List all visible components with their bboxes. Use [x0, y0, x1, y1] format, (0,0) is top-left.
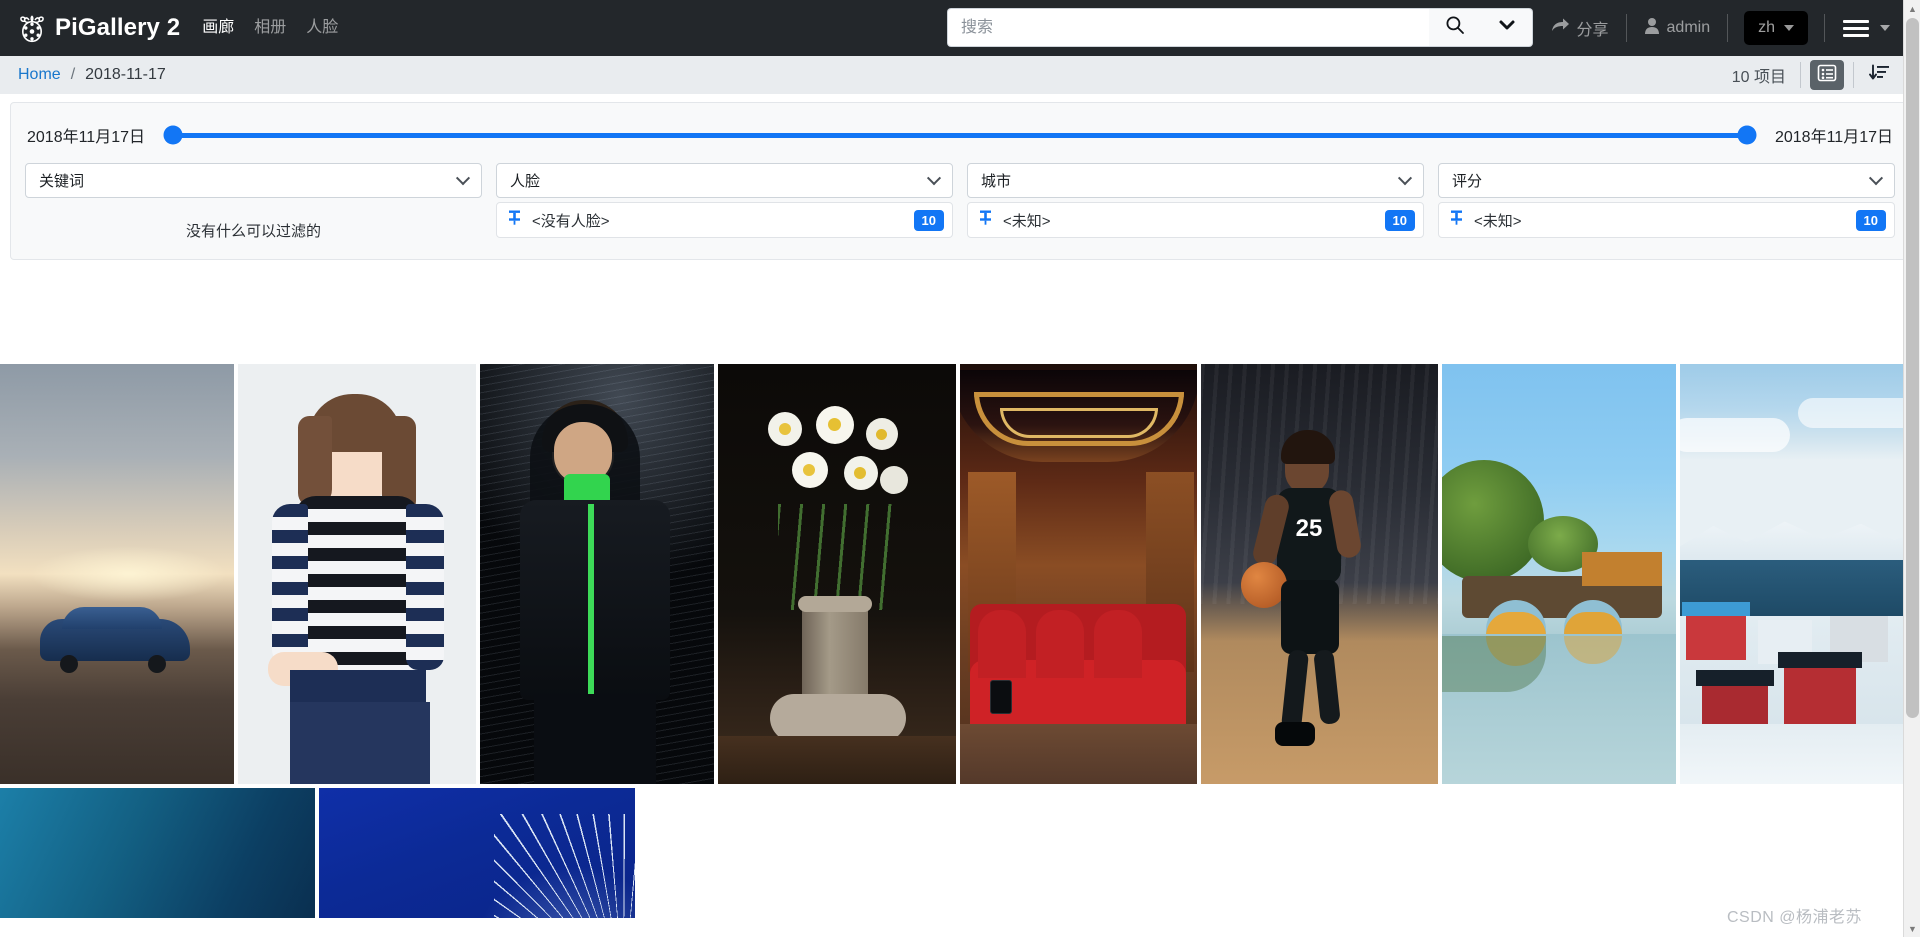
slider-start-label: 2018年11月17日: [27, 129, 146, 146]
navbar: PiGallery 2 画廊 相册 人脸 搜索 分享 admin zh: [0, 0, 1920, 56]
photo-row: 25: [0, 364, 1920, 784]
slider-handle-end[interactable]: [1737, 125, 1757, 145]
chevron-down-icon: [455, 170, 471, 185]
nav-link-faces[interactable]: 人脸: [306, 20, 338, 36]
slider-end-label: 2018年11月17日: [1774, 129, 1893, 146]
scrollbar-thumb[interactable]: [1906, 18, 1919, 718]
filter-item-label: <未知>: [1003, 212, 1051, 230]
filter-item-count: 10: [913, 209, 944, 231]
search-input[interactable]: [947, 8, 1429, 47]
page-scrollbar[interactable]: ▲ ▼: [1903, 0, 1920, 937]
filter-list-rating: <未知> 10: [1438, 202, 1895, 238]
filter-column-city: 城市 <未知> 10: [967, 163, 1424, 241]
chevron-down-icon: [926, 170, 942, 185]
filter-item-count: 10: [1855, 209, 1886, 231]
chevron-down-icon: [1868, 170, 1884, 185]
language-selector[interactable]: zh: [1744, 11, 1808, 45]
main-menu-button[interactable]: [1825, 19, 1896, 37]
user-label: admin: [1666, 19, 1711, 36]
photo-row: [0, 788, 1920, 918]
share-arrow-icon: [1550, 17, 1570, 40]
photo-gallery: 25: [0, 364, 1920, 918]
photo-basketball-player[interactable]: 25: [1201, 364, 1438, 784]
user-icon: [1644, 17, 1660, 40]
chevron-down-icon: [1397, 170, 1413, 185]
breadcrumb-separator: /: [70, 66, 76, 83]
language-label: zh: [1758, 19, 1775, 36]
filter-select-faces[interactable]: 人脸: [496, 163, 953, 198]
filter-item[interactable]: <没有人脸> 10: [497, 203, 952, 237]
breadcrumb-home-link[interactable]: Home: [18, 66, 61, 84]
photo-water-town-bridge[interactable]: [1442, 364, 1676, 784]
filter-select-keywords[interactable]: 关键词: [25, 163, 482, 198]
filter-item[interactable]: <未知> 10: [1439, 203, 1894, 237]
filter-column-rating: 评分 <未知> 10: [1438, 163, 1895, 241]
nav-link-gallery[interactable]: 画廊: [202, 20, 234, 36]
filter-select-city[interactable]: 城市: [967, 163, 1424, 198]
photo-fireworks[interactable]: [319, 788, 635, 918]
filter-list-city: <未知> 10: [967, 202, 1424, 238]
filter-columns: 关键词 没有什么可以过滤的 人脸 <没有人脸> 10 城市 <未知> 10 评分…: [21, 163, 1899, 241]
menu-caret-down-icon: [1880, 25, 1890, 31]
list-view-icon: [1817, 63, 1837, 88]
filter-item-count: 10: [1384, 209, 1415, 231]
sort-descending-icon: [1869, 63, 1891, 88]
filter-panel: 2018年11月17日 2018年11月17日 关键词 没有什么可以过滤的 人脸: [10, 102, 1910, 260]
photo-snow-village[interactable]: [1680, 364, 1918, 784]
filter-column-faces: 人脸 <没有人脸> 10: [496, 163, 953, 241]
search-button[interactable]: [1429, 8, 1481, 47]
caret-down-icon: [1784, 25, 1794, 31]
sort-button[interactable]: [1863, 60, 1897, 90]
filter-select-keywords-label: 关键词: [39, 173, 85, 190]
brand-name: PiGallery 2: [55, 14, 181, 41]
nav-link-albums[interactable]: 相册: [254, 20, 286, 36]
filter-select-rating-label: 评分: [1452, 173, 1483, 190]
photo-daffodil-vase[interactable]: [718, 364, 956, 784]
photo-cinema-seats[interactable]: [960, 364, 1197, 784]
slider-fill: [173, 132, 1747, 138]
filter-item-label: <没有人脸>: [532, 212, 610, 230]
search-bar: [947, 8, 1533, 47]
item-count-label: 10 项目: [1731, 69, 1786, 86]
chevron-down-icon: [1498, 18, 1516, 37]
share-button[interactable]: 分享: [1533, 16, 1626, 40]
pin-icon[interactable]: [507, 209, 522, 231]
breadcrumb-actions: 10 项目: [1732, 56, 1906, 94]
date-range-slider: 2018年11月17日 2018年11月17日: [21, 119, 1899, 163]
slider-track[interactable]: [163, 125, 1757, 145]
navbar-right: 分享 admin zh: [1533, 0, 1897, 56]
filter-item-label: <未知>: [1474, 212, 1522, 230]
brand-logo[interactable]: PiGallery 2: [18, 13, 180, 43]
breadcrumb-bar: Home / 2018-11-17 10 项目: [0, 56, 1920, 94]
filter-column-keywords: 关键词 没有什么可以过滤的: [25, 163, 482, 241]
scroll-up-arrow-icon[interactable]: ▲: [1904, 0, 1920, 17]
filter-select-faces-label: 人脸: [510, 173, 541, 190]
nav-links: 画廊 相册 人脸: [202, 20, 338, 36]
share-label: 分享: [1576, 22, 1609, 39]
search-options-button[interactable]: [1481, 8, 1533, 47]
hamburger-icon: [1843, 19, 1869, 37]
search-icon: [1445, 15, 1465, 40]
action-divider-2: [1853, 62, 1854, 88]
filter-list-faces: <没有人脸> 10: [496, 202, 953, 238]
photo-blue-gradient[interactable]: [0, 788, 315, 918]
filter-select-rating[interactable]: 评分: [1438, 163, 1895, 198]
photo-man-rain-jacket[interactable]: [480, 364, 714, 784]
slider-handle-start[interactable]: [163, 125, 183, 145]
photo-car-sunset[interactable]: [0, 364, 234, 784]
user-button[interactable]: admin: [1627, 17, 1728, 40]
pin-icon[interactable]: [1449, 209, 1464, 231]
pin-icon[interactable]: [978, 209, 993, 231]
scroll-down-arrow-icon[interactable]: ▼: [1904, 920, 1920, 937]
grid-view-toggle[interactable]: [1810, 60, 1844, 90]
filter-item[interactable]: <未知> 10: [968, 203, 1423, 237]
raspberry-pi-logo-icon: [18, 13, 46, 43]
filter-empty-message: 没有什么可以过滤的: [185, 223, 321, 240]
action-divider-1: [1800, 62, 1801, 88]
photo-woman-striped-shirt[interactable]: [238, 364, 476, 784]
breadcrumb-current: 2018-11-17: [85, 66, 166, 83]
filter-select-city-label: 城市: [981, 173, 1012, 190]
